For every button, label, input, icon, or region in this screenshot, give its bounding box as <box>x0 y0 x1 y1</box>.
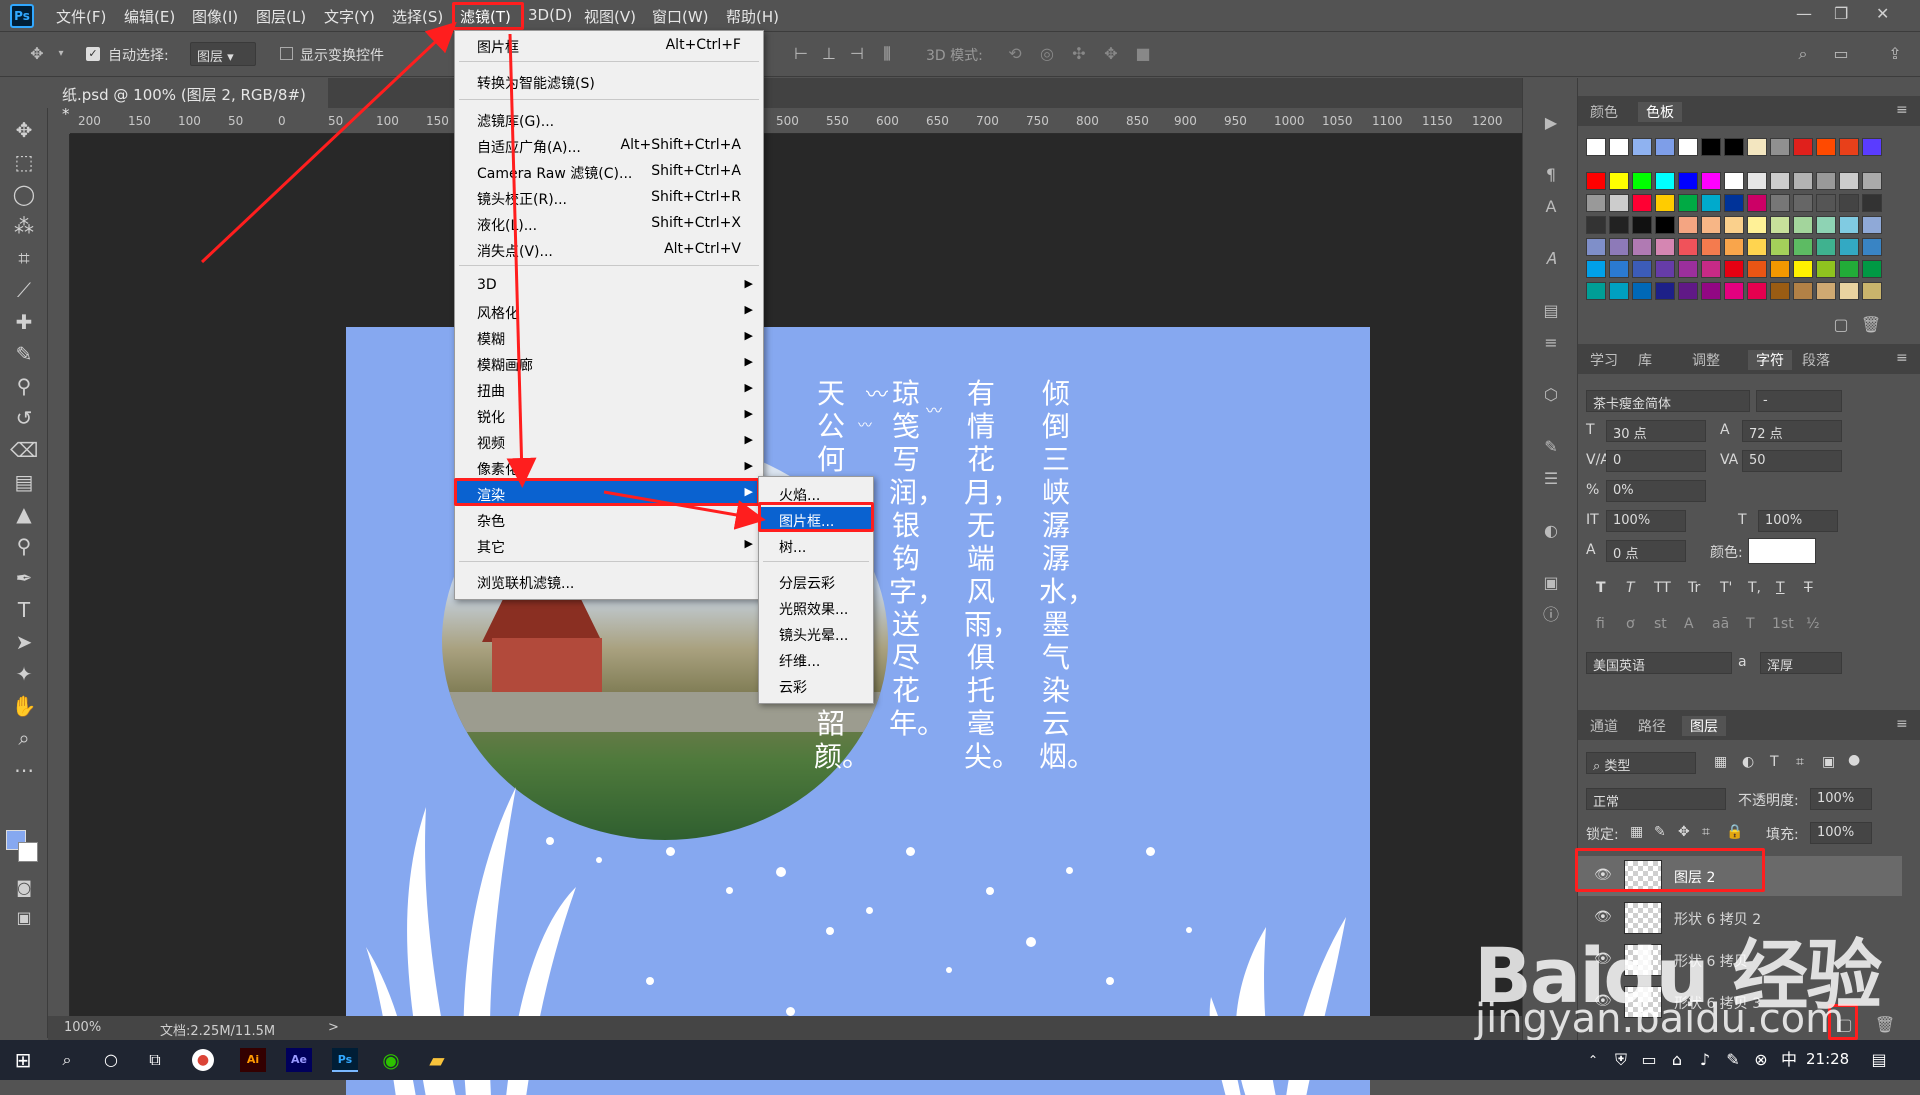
windows-taskbar: ⊞ ⌕ ○ ⧉ ● Ai Ae Ps ◉ ▰ ⌃ ⛨ ▭ ⌂ ♪ ✎ ⊗ 中 2… <box>0 1040 1920 1080</box>
close-circle-icon[interactable]: ⊗ <box>1748 1048 1774 1072</box>
arrow-to-picture-frame <box>603 490 766 530</box>
battery-icon[interactable]: ▭ <box>1636 1048 1662 1072</box>
tray-up-icon[interactable]: ⌃ <box>1580 1048 1606 1072</box>
arrow-to-filter-menu <box>200 21 457 264</box>
illustrator-icon[interactable]: Ai <box>240 1048 266 1072</box>
clock[interactable]: 21:28 <box>1806 1050 1849 1068</box>
chrome-icon[interactable]: ● <box>192 1049 214 1071</box>
search-icon[interactable]: ⌕ <box>54 1048 80 1072</box>
network-icon[interactable]: ⌂ <box>1664 1048 1690 1072</box>
shield-icon[interactable]: ⛨ <box>1608 1048 1634 1072</box>
cortana-icon[interactable]: ○ <box>98 1048 124 1072</box>
file-explorer-icon[interactable]: ▰ <box>424 1048 450 1072</box>
wechat-icon[interactable]: ◉ <box>378 1048 404 1072</box>
task-view-icon[interactable]: ⧉ <box>142 1048 168 1072</box>
notification-icon[interactable]: ▤ <box>1866 1048 1892 1072</box>
after-effects-icon[interactable]: Ae <box>286 1048 312 1072</box>
pen-icon[interactable]: ✎ <box>1720 1048 1746 1072</box>
photoshop-taskbar-icon[interactable]: Ps <box>332 1048 358 1072</box>
watermark-url: jingyan.baidu.com <box>1475 996 1845 1042</box>
arrow-to-render-item <box>506 33 537 488</box>
volume-icon[interactable]: ♪ <box>1692 1048 1718 1072</box>
ime-icon[interactable]: 中 <box>1776 1048 1802 1072</box>
windows-start-icon[interactable]: ⊞ <box>10 1048 36 1072</box>
